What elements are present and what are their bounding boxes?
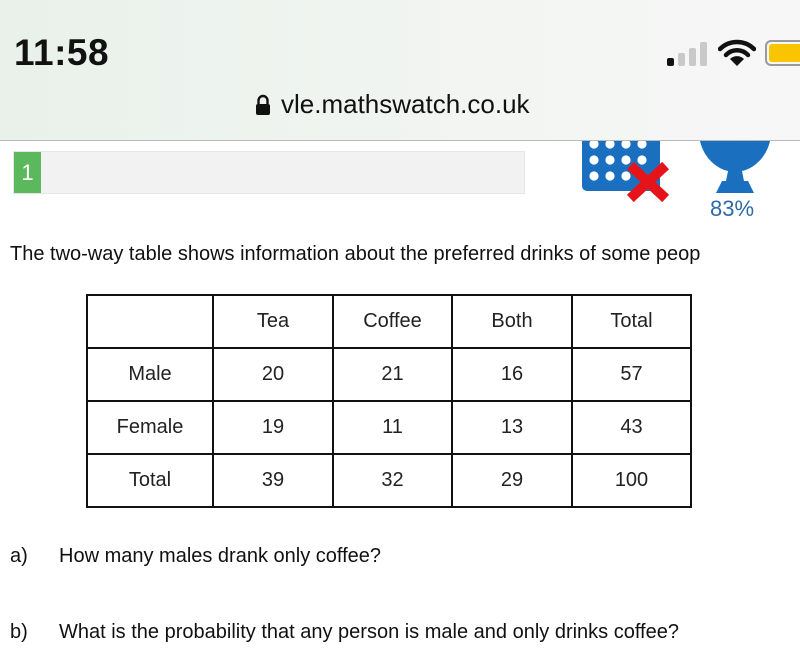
- address-bar[interactable]: vle.mathswatch.co.uk: [255, 89, 530, 120]
- trophy-icon: [700, 141, 770, 193]
- part-text: What is the probability that any person …: [59, 621, 679, 643]
- table-cell: 57: [571, 347, 692, 402]
- table-cell: 13: [451, 400, 573, 455]
- score-percent: 83%: [710, 196, 755, 221]
- table-header-cell: Coffee: [332, 294, 453, 349]
- progress-segment[interactable]: 1: [14, 152, 41, 193]
- table-cell: 19: [212, 400, 334, 455]
- row-label: Total: [86, 453, 214, 508]
- row-label: Female: [86, 400, 214, 455]
- url-text: vle.mathswatch.co.uk: [281, 89, 530, 119]
- table-header-row: Tea Coffee Both Total: [86, 294, 692, 349]
- wifi-icon: [718, 39, 756, 66]
- table-row: Male 20 21 16 57: [86, 347, 692, 402]
- table-cell: 100: [571, 453, 692, 508]
- question-intro: The two-way table shows information abou…: [10, 243, 701, 265]
- question-part-b: b) What is the probability that any perso…: [10, 621, 679, 644]
- part-text: How many males drank only coffee?: [59, 545, 382, 567]
- table-cell: 20: [212, 347, 334, 402]
- table-cell: 16: [451, 347, 573, 402]
- lock-icon: [256, 94, 270, 115]
- table-row: Total 39 32 29 100: [86, 453, 692, 508]
- cellular-signal-icon: [667, 42, 711, 66]
- table-header-cell: [86, 294, 214, 349]
- row-label: Male: [86, 347, 214, 402]
- browser-header: 11:58 vle.mathswatch.co.uk: [0, 0, 800, 141]
- battery-icon: [765, 40, 800, 66]
- status-time: 11:58: [14, 32, 110, 73]
- table-cell: 39: [212, 453, 334, 508]
- table-cell: 11: [332, 400, 453, 455]
- table-row: Female 19 11 13 43: [86, 400, 692, 455]
- table-cell: 29: [451, 453, 573, 508]
- question-part-a: a) How many males drank only coffee?: [10, 545, 381, 568]
- table-cell: 32: [332, 453, 453, 508]
- two-way-table: Tea Coffee Both Total Male 20 21 16 57 F…: [86, 294, 692, 508]
- table-header-cell: Both: [451, 294, 573, 349]
- table-cell: 43: [571, 400, 692, 455]
- part-label: a): [10, 545, 28, 567]
- part-label: b): [10, 621, 28, 643]
- grid-with-cross-icon[interactable]: [582, 141, 672, 203]
- table-cell: 21: [332, 347, 453, 402]
- table-header-cell: Tea: [212, 294, 334, 349]
- question-progress-bar: 1: [13, 151, 525, 194]
- table-header-cell: Total: [571, 294, 692, 349]
